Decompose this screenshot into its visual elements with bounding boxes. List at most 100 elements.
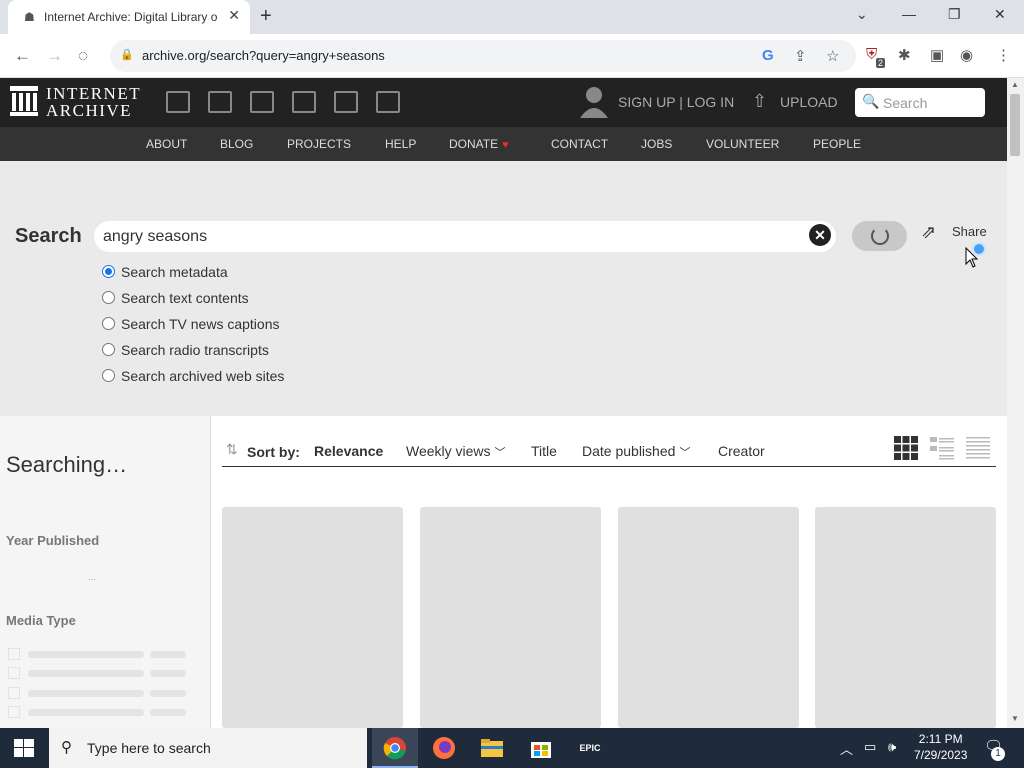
page-scrollbar[interactable]: ▲ ▼ <box>1007 78 1024 728</box>
tray-chevron-icon[interactable]: ︿ <box>840 739 853 758</box>
volume-icon[interactable]: 🕪 <box>888 739 896 755</box>
radio-label[interactable]: Search metadata <box>121 264 228 280</box>
radio-label[interactable]: Search TV news captions <box>121 316 280 332</box>
search-query[interactable]: angry seasons <box>103 228 207 246</box>
chrome-taskbar-active[interactable] <box>372 728 418 768</box>
browser-tab[interactable]: ☗ Internet Archive: Digital Library o ✕ <box>8 0 250 34</box>
file-explorer-icon[interactable] <box>480 736 504 760</box>
nav-donate[interactable]: DONATE ♥ <box>449 137 509 151</box>
upload-icon[interactable]: ⇧ <box>752 91 767 112</box>
user-icon[interactable] <box>580 86 608 118</box>
grid-view-icon[interactable] <box>894 436 918 460</box>
loading-dots: ... <box>88 572 97 583</box>
clock-time: 2:11 PM <box>918 732 963 746</box>
signup-login-link[interactable]: SIGN UP | LOG IN <box>618 94 734 110</box>
share-page-icon[interactable]: ⇪ <box>794 47 807 65</box>
tab-search-icon[interactable]: ⌄ <box>856 6 868 23</box>
sort-title[interactable]: Title <box>531 443 557 459</box>
lock-icon[interactable]: 🔒 <box>120 48 134 61</box>
header-search-input[interactable]: 🔍 Search <box>855 88 985 117</box>
bookmark-star-icon[interactable]: ☆ <box>826 47 839 65</box>
video-icon[interactable] <box>250 91 274 113</box>
firefox-icon[interactable] <box>432 736 456 760</box>
radio-button[interactable] <box>102 369 115 382</box>
new-tab-icon[interactable]: + <box>260 5 272 28</box>
nav-projects[interactable]: PROJECTS <box>287 137 351 151</box>
nav-contact[interactable]: CONTACT <box>551 137 608 151</box>
audio-icon[interactable] <box>292 91 316 113</box>
ia-header: INTERNET ARCHIVE SIGN UP | LOG IN ⇧ UPLO… <box>0 78 1007 127</box>
search-icon: ⚲ <box>61 739 72 756</box>
clock-date: 7/29/2023 <box>914 748 968 762</box>
radio-button[interactable] <box>102 317 115 330</box>
web-icon[interactable] <box>166 91 190 113</box>
facet-skeleton <box>28 670 144 677</box>
search-input[interactable]: angry seasons <box>94 221 836 252</box>
epic-games-icon[interactable]: EPIC <box>578 736 602 760</box>
archive-logo-icon[interactable] <box>10 86 38 116</box>
nav-jobs[interactable]: JOBS <box>641 137 672 151</box>
images-icon[interactable] <box>376 91 400 113</box>
texts-icon[interactable] <box>208 91 232 113</box>
network-icon[interactable]: ▭ <box>864 739 876 755</box>
back-icon[interactable]: ← <box>14 46 31 66</box>
nav-donate-label: DONATE <box>449 137 499 151</box>
facet-skeleton <box>150 690 186 697</box>
restore-icon[interactable]: ❐ <box>948 6 961 23</box>
sort-creator[interactable]: Creator <box>718 443 765 459</box>
nav-blog[interactable]: BLOG <box>220 137 253 151</box>
loading-stop-icon[interactable]: ◌ <box>78 46 88 66</box>
sort-relevance[interactable]: Relevance <box>314 443 383 459</box>
sort-label: Sort by: <box>247 444 300 460</box>
close-window-icon[interactable]: ✕ <box>994 6 1006 23</box>
facet-skeleton <box>150 709 186 716</box>
upload-link[interactable]: UPLOAD <box>780 94 838 110</box>
nav-about[interactable]: ABOUT <box>146 137 187 151</box>
clear-search-button[interactable]: ✕ <box>809 224 831 246</box>
sort-weekly-views[interactable]: Weekly views ﹀ <box>406 443 506 460</box>
profile-avatar-icon[interactable]: ◉ <box>960 46 973 64</box>
extensions-puzzle-icon[interactable]: ✱ <box>898 46 911 64</box>
logo-line1: INTERNET <box>46 84 142 103</box>
nav-volunteer[interactable]: VOLUNTEER <box>706 137 779 151</box>
forward-icon[interactable]: → <box>46 46 63 66</box>
result-card-placeholder <box>222 507 403 728</box>
software-icon[interactable] <box>334 91 358 113</box>
radio-label[interactable]: Search radio transcripts <box>121 342 269 358</box>
scroll-up-icon[interactable]: ▲ <box>1011 80 1019 89</box>
share-button[interactable]: Share <box>952 224 987 239</box>
sort-direction-icon[interactable]: ⇅ <box>226 441 238 458</box>
scroll-down-icon[interactable]: ▼ <box>1011 714 1019 723</box>
search-panel: Search angry seasons ✕ ⇗ Share Search me… <box>0 161 1007 416</box>
chrome-menu-icon[interactable]: ⋮ <box>996 46 1011 64</box>
taskbar-search-input[interactable]: ⚲ Type here to search <box>49 728 367 768</box>
nav-people[interactable]: PEOPLE <box>813 137 861 151</box>
archive-favicon-icon: ☗ <box>24 10 35 24</box>
radio-button[interactable] <box>102 343 115 356</box>
address-bar[interactable]: 🔒 archive.org/search?query=angry+seasons… <box>110 40 856 72</box>
facet-skeleton <box>28 690 144 697</box>
nav-help[interactable]: HELP <box>385 137 416 151</box>
radio-label[interactable]: Search archived web sites <box>121 368 284 384</box>
close-tab-icon[interactable]: ✕ <box>228 7 240 24</box>
side-panel-icon[interactable]: ▣ <box>930 46 944 64</box>
minimize-icon[interactable]: — <box>902 6 916 22</box>
windows-start-icon[interactable] <box>14 739 34 757</box>
google-lens-icon[interactable]: G <box>762 47 774 64</box>
microsoft-store-icon[interactable] <box>529 736 553 760</box>
list-detail-view-icon[interactable] <box>930 436 954 460</box>
radio-button[interactable] <box>102 291 115 304</box>
url-text[interactable]: archive.org/search?query=angry+seasons <box>142 48 385 63</box>
list-compact-view-icon[interactable] <box>966 436 990 460</box>
facets-sidebar: Searching… Year Published ... Media Type <box>0 416 211 728</box>
scrollbar-thumb[interactable] <box>1010 94 1020 156</box>
taskbar-search-placeholder: Type here to search <box>87 740 211 756</box>
radio-label[interactable]: Search text contents <box>121 290 249 306</box>
taskbar-clock[interactable]: 2:11 PM 7/29/2023 <box>914 731 967 763</box>
radio-button[interactable] <box>102 265 115 278</box>
archive-logo-text[interactable]: INTERNET ARCHIVE <box>46 85 141 119</box>
top-navigation: ABOUT BLOG PROJECTS HELP DONATE ♥ CONTACT… <box>0 127 1007 161</box>
search-submit-button[interactable] <box>852 221 907 251</box>
share-icon[interactable]: ⇗ <box>921 222 936 243</box>
sort-date-published[interactable]: Date published ﹀ <box>582 443 690 460</box>
